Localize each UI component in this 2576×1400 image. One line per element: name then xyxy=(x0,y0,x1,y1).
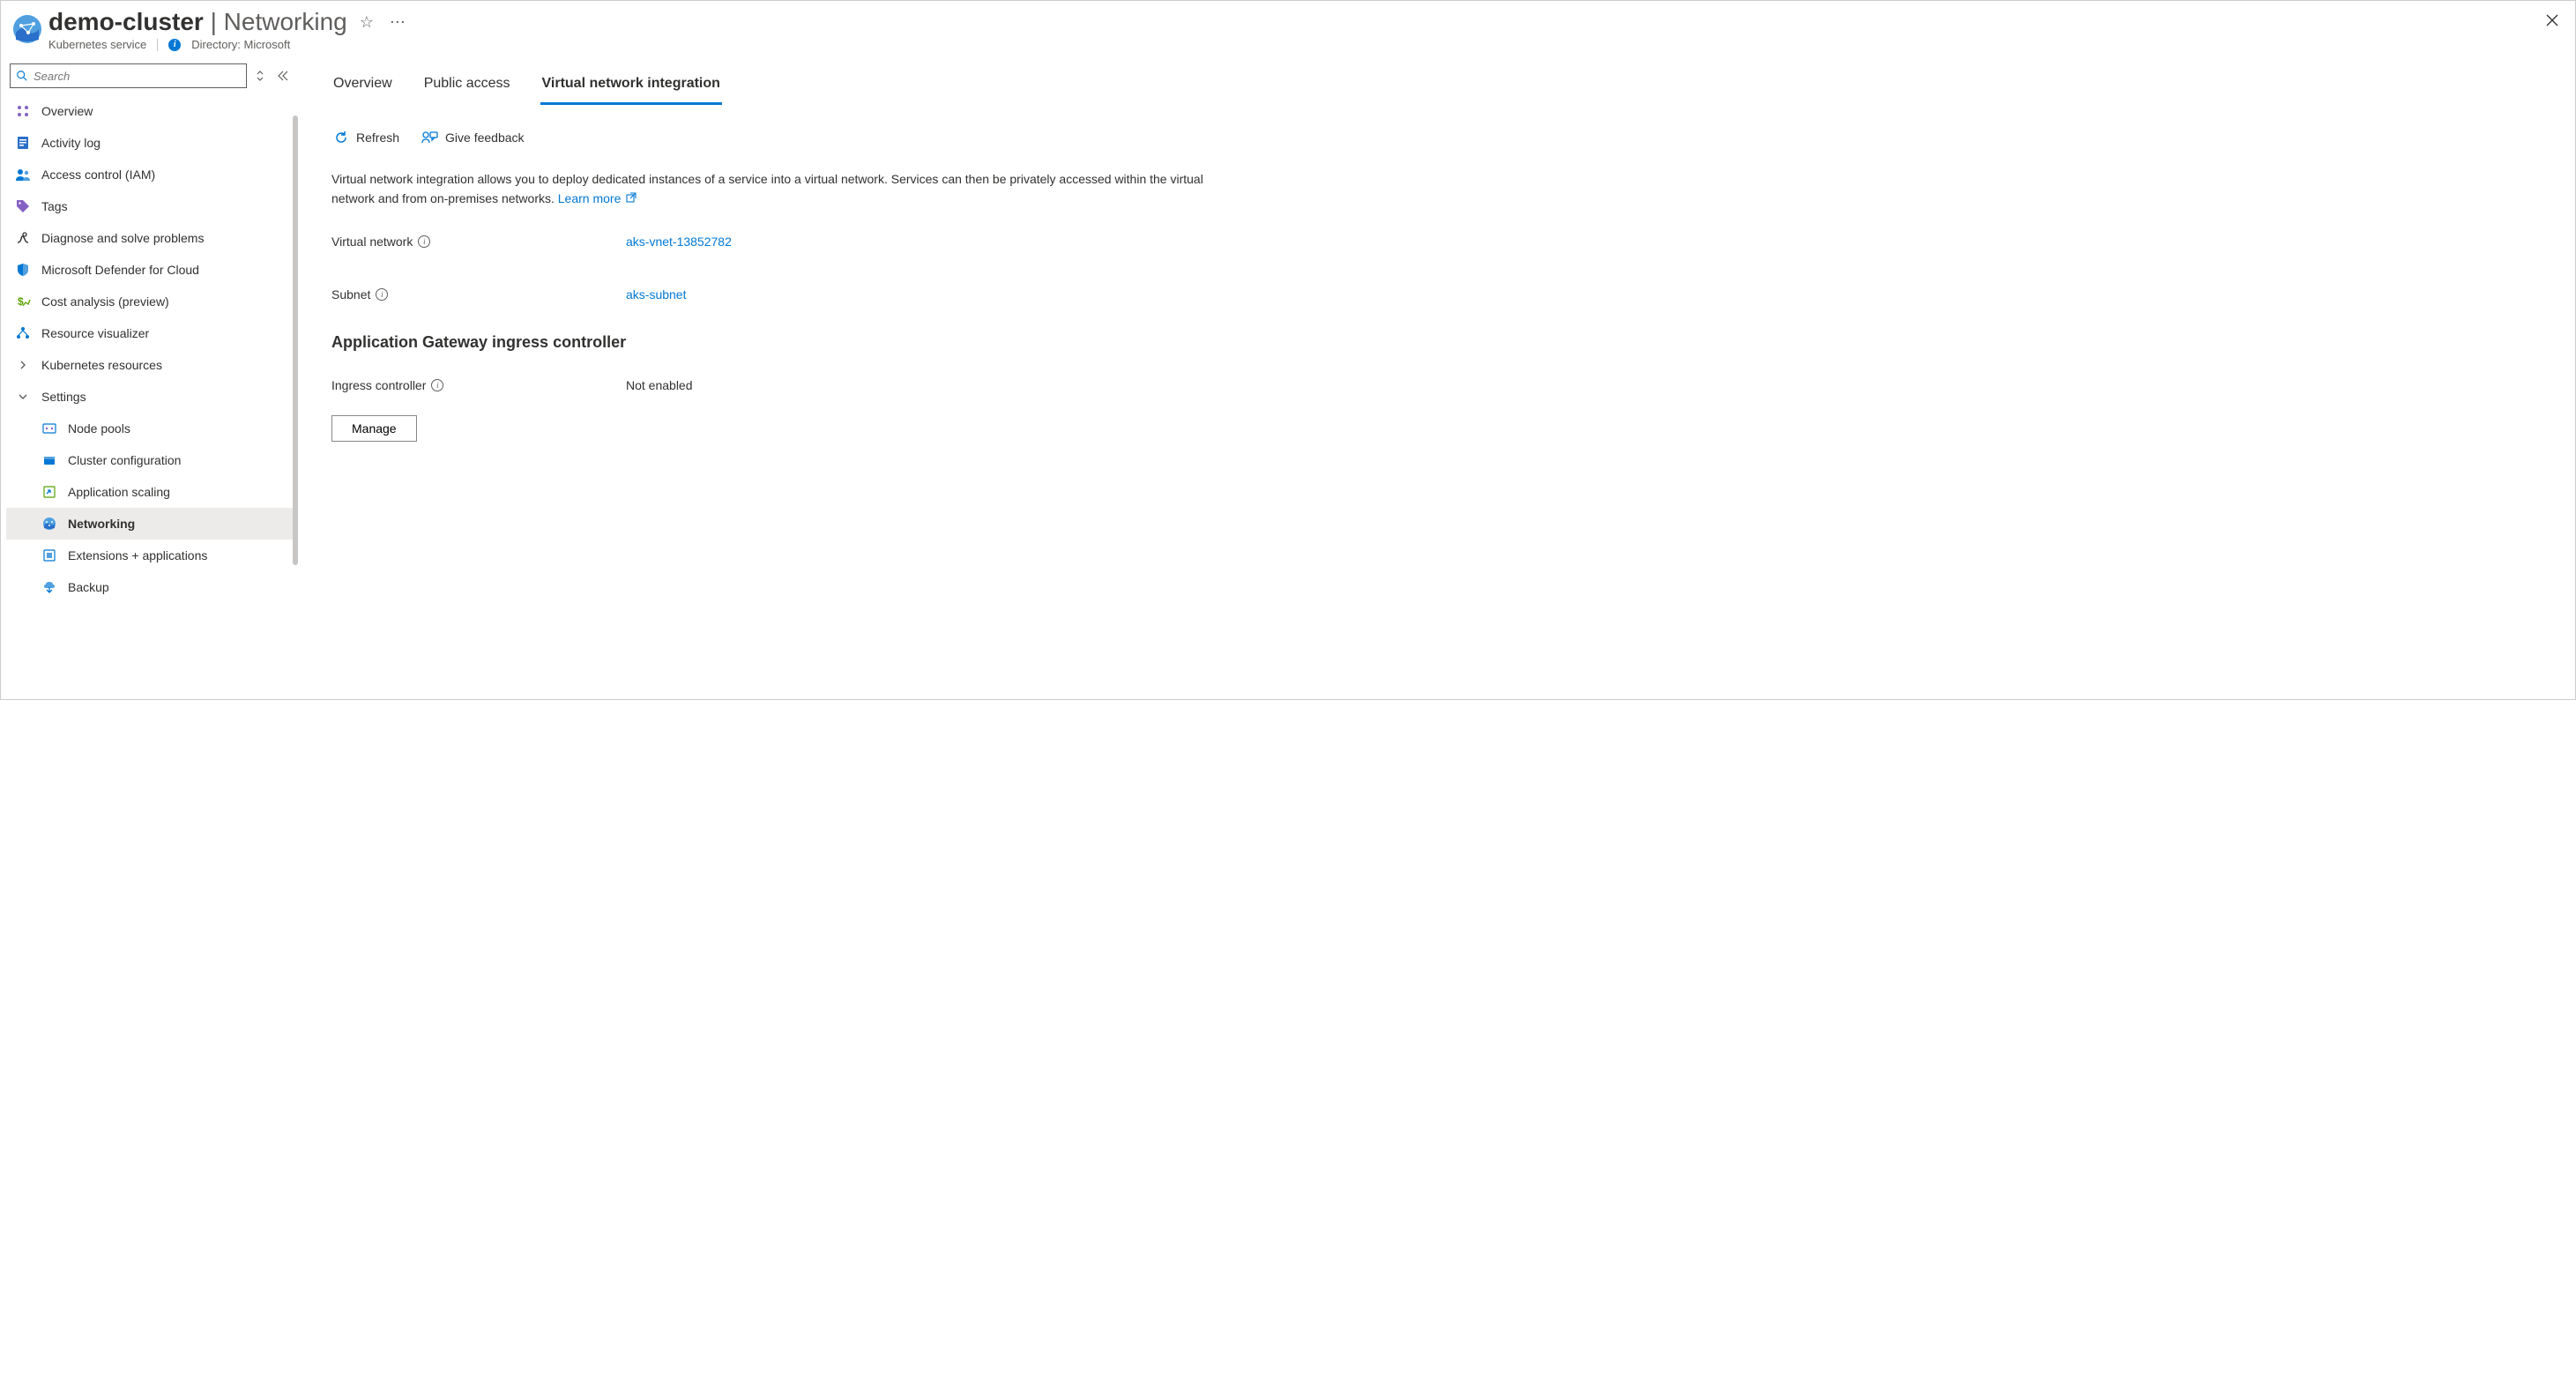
favorite-star-icon[interactable]: ☆ xyxy=(356,11,377,34)
tab-public-access[interactable]: Public access xyxy=(422,67,512,105)
overview-icon xyxy=(15,103,31,119)
sidebar-item-label: Settings xyxy=(41,390,86,404)
section-heading-agic: Application Gateway ingress controller xyxy=(331,333,2557,352)
subnet-value-link[interactable]: aks-subnet xyxy=(626,287,686,302)
sidebar-item-cost-analysis[interactable]: $ Cost analysis (preview) xyxy=(6,286,296,317)
access-control-icon xyxy=(15,167,31,182)
networking-icon xyxy=(41,516,57,532)
info-icon[interactable]: i xyxy=(168,39,181,51)
subnet-row: Subnet i aks-subnet xyxy=(331,280,2557,309)
sidebar-item-label: Tags xyxy=(41,199,68,213)
directory-label: Directory: Microsoft xyxy=(191,38,290,51)
resource-type-label: Kubernetes service xyxy=(48,38,146,51)
tags-icon xyxy=(15,198,31,214)
manage-button[interactable]: Manage xyxy=(331,415,417,442)
sidebar-item-resource-visualizer[interactable]: Resource visualizer xyxy=(6,317,296,349)
title-row: demo-cluster | Networking ☆ ⋯ xyxy=(48,8,2565,36)
app-scaling-icon xyxy=(41,484,57,500)
info-hint-icon[interactable]: i xyxy=(376,288,388,301)
visualizer-icon xyxy=(15,325,31,341)
sidebar-item-extensions[interactable]: Extensions + applications xyxy=(6,540,296,571)
resource-name: demo-cluster xyxy=(48,8,204,35)
sidebar-item-label: Overview xyxy=(41,104,93,118)
toolbar: Refresh Give feedback xyxy=(331,126,2557,149)
sidebar-item-label: Node pools xyxy=(68,421,130,436)
activity-log-icon xyxy=(15,135,31,151)
vnet-value-link[interactable]: aks-vnet-13852782 xyxy=(626,235,732,249)
search-icon xyxy=(16,70,28,82)
sidebar-item-diagnose[interactable]: Diagnose and solve problems xyxy=(6,222,296,254)
info-hint-icon[interactable]: i xyxy=(431,379,443,391)
sidebar-item-label: Kubernetes resources xyxy=(41,358,162,372)
diagnose-icon xyxy=(15,230,31,246)
sidebar-group-settings[interactable]: Settings xyxy=(6,381,296,413)
vnet-row: Virtual network i aks-vnet-13852782 xyxy=(331,227,2557,256)
sidebar-item-networking[interactable]: Networking xyxy=(6,508,296,540)
sidebar-group-kubernetes-resources[interactable]: Kubernetes resources xyxy=(6,349,296,381)
tab-overview[interactable]: Overview xyxy=(331,67,394,105)
sidebar-item-label: Backup xyxy=(68,580,109,594)
sidebar-item-node-pools[interactable]: Node pools xyxy=(6,413,296,444)
divider xyxy=(157,39,158,51)
refresh-icon xyxy=(333,130,349,145)
sidebar-item-activity-log[interactable]: Activity log xyxy=(6,127,296,159)
extensions-icon xyxy=(41,547,57,563)
cost-icon: $ xyxy=(15,294,31,309)
sidebar-search[interactable] xyxy=(10,63,247,88)
sidebar-scrollbar[interactable] xyxy=(293,115,298,565)
sidebar-item-access-control[interactable]: Access control (IAM) xyxy=(6,159,296,190)
page-title-section: Networking xyxy=(224,8,347,35)
page-header: demo-cluster | Networking ☆ ⋯ Kubernetes… xyxy=(1,1,2575,51)
expand-toggle-icon[interactable] xyxy=(252,66,268,86)
close-button[interactable] xyxy=(2545,13,2559,27)
sidebar-item-tags[interactable]: Tags xyxy=(6,190,296,222)
description-text: Virtual network integration allows you t… xyxy=(331,170,1240,208)
info-hint-icon[interactable]: i xyxy=(418,235,430,248)
sidebar-item-app-scaling[interactable]: Application scaling xyxy=(6,476,296,508)
aks-cluster-icon xyxy=(11,13,43,45)
chevron-right-icon xyxy=(15,357,31,373)
external-link-icon xyxy=(626,195,637,205)
refresh-button[interactable]: Refresh xyxy=(331,126,401,149)
cluster-config-icon xyxy=(41,452,57,468)
sidebar-item-label: Extensions + applications xyxy=(68,548,207,562)
ingress-row: Ingress controller i Not enabled xyxy=(331,371,2557,399)
sidebar-item-cluster-config[interactable]: Cluster configuration xyxy=(6,444,296,476)
subnet-label: Subnet xyxy=(331,287,370,302)
refresh-label: Refresh xyxy=(356,130,399,145)
sidebar-item-label: Access control (IAM) xyxy=(41,168,155,182)
vnet-label: Virtual network xyxy=(331,235,413,249)
sidebar-item-label: Application scaling xyxy=(68,485,170,499)
feedback-icon xyxy=(421,130,438,145)
sidebar-item-label: Microsoft Defender for Cloud xyxy=(41,263,199,277)
collapse-sidebar-icon[interactable] xyxy=(273,67,293,85)
more-actions-icon[interactable]: ⋯ xyxy=(386,11,409,34)
search-input[interactable] xyxy=(34,70,241,83)
sidebar-item-label: Resource visualizer xyxy=(41,326,149,340)
ingress-value: Not enabled xyxy=(626,378,693,392)
tab-bar: Overview Public access Virtual network i… xyxy=(331,67,2557,105)
sidebar-item-label: Diagnose and solve problems xyxy=(41,231,204,245)
chevron-down-icon xyxy=(15,389,31,405)
sidebar-item-overview[interactable]: Overview xyxy=(6,95,296,127)
sidebar-item-label: Cost analysis (preview) xyxy=(41,294,169,309)
backup-icon xyxy=(41,579,57,595)
feedback-button[interactable]: Give feedback xyxy=(419,126,526,149)
node-pools-icon xyxy=(41,421,57,436)
page-title-separator: | xyxy=(204,8,224,35)
sidebar: Overview Activity log Access control (IA… xyxy=(1,60,296,695)
feedback-label: Give feedback xyxy=(445,130,525,145)
learn-more-link[interactable]: Learn more xyxy=(558,191,637,205)
main-content: Overview Public access Virtual network i… xyxy=(296,60,2575,695)
sidebar-item-label: Activity log xyxy=(41,136,101,150)
tab-vnet-integration[interactable]: Virtual network integration xyxy=(540,67,722,105)
sidebar-item-backup[interactable]: Backup xyxy=(6,571,296,603)
ingress-label: Ingress controller xyxy=(331,378,426,392)
sidebar-item-label: Networking xyxy=(68,517,135,531)
defender-icon xyxy=(15,262,31,278)
sidebar-item-defender[interactable]: Microsoft Defender for Cloud xyxy=(6,254,296,286)
sidebar-nav: Overview Activity log Access control (IA… xyxy=(6,95,296,603)
sidebar-item-label: Cluster configuration xyxy=(68,453,181,467)
